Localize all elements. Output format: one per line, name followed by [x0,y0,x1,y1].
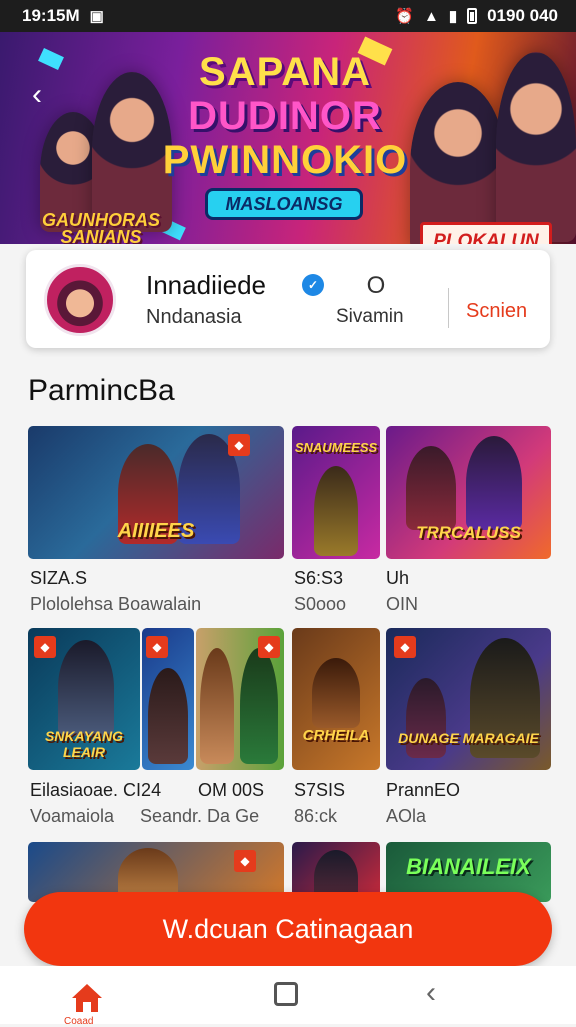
game-art-label: CRHEILA [302,727,370,744]
game-tile[interactable]: ◆ AIIIIEES [28,426,284,559]
game-badge-icon: ◆ [394,636,416,658]
notification-icon: ▣ [89,8,104,25]
banner-title: SAPANA DUDINOR PWINNOKIO [150,50,420,182]
game-art-label: DUNAGE MARAGAIE [398,730,539,746]
status-time: 19:15M [22,6,80,25]
game-art-label: SNAUMEESS [294,440,378,455]
banner-title-line: DUDINOR [188,94,382,138]
avatar[interactable] [44,264,116,336]
game-character-art [312,658,360,728]
profile-subtitle: Nndanasia [146,306,242,328]
system-back-icon[interactable]: ‹ [426,976,436,1010]
game-badge-icon: ◆ [146,636,168,658]
profile-card: Innadiiede ✓ Nndanasia O Sivamin Scnien [26,250,550,348]
recent-apps-icon[interactable] [274,982,298,1006]
stat-label: Sivamin [336,306,404,327]
game-tile[interactable]: CRHEILA [292,628,380,770]
game-subtitle: AOla [386,806,427,826]
game-art-label: BIANAILEIX [406,854,531,879]
game-tile[interactable]: ◆ [196,628,284,770]
game-subtitle: OIN [386,594,419,614]
nav-home-label: Coaad [64,1016,94,1027]
game-title: SIZA.S [30,568,88,588]
status-right-text: 0190 040 [487,6,558,25]
profile-name: Innadiiede [146,270,266,300]
banner-subtitle: MASLOANSG [205,188,363,220]
game-title: Eilasiaoae. CI24 [30,780,162,800]
game-badge-icon: ◆ [34,636,56,658]
game-tile[interactable]: ◆ [142,628,194,770]
game-title: Uh [386,568,410,588]
game-subtitle: Seandr. Da Ge [140,806,260,826]
decor-shard [38,48,64,70]
game-character-art [406,678,446,758]
follow-link[interactable]: Scnien [466,300,527,323]
stat-value: O [366,272,386,299]
game-character-art [200,648,234,764]
game-art-label: SNKAYANG LEAIR [44,728,124,760]
game-title: S6:S3 [294,568,344,588]
alarm-icon: ⏰ [395,8,414,25]
game-character-art [148,668,188,764]
game-character-art [314,466,358,556]
game-character-art [240,648,278,764]
game-title: OM 00S [198,780,265,800]
game-title: PrannEO [386,780,461,800]
banner-title-line: PWINNOKIO [162,138,408,182]
game-art-label: TRRCALUSS [416,523,521,542]
back-arrow-icon[interactable]: ‹ [20,80,54,114]
game-tile[interactable]: ◆ SNKAYANG LEAIR [28,628,140,770]
primary-cta-button[interactable]: W.dcuan Catinagaan [24,892,552,966]
hero-character [496,52,576,242]
game-badge-icon: ◆ [234,850,256,872]
game-tile[interactable]: TRRCALUSS [386,426,551,559]
bottom-nav: Coaad ‹ [0,966,576,1027]
wifi-icon: ▲ [423,7,439,25]
game-character-art [466,436,522,530]
battery-icon [467,8,478,24]
verified-icon: ✓ [302,274,324,296]
game-title: S7SIS [294,780,346,800]
banner-cta-button[interactable]: PLOKALUN [420,222,552,244]
game-badge-icon: ◆ [258,636,280,658]
game-subtitle: 86:ck [294,806,338,826]
status-bar: 19:15M ▣ ⏰ ▲ ▮ 0190 040 [0,0,576,32]
game-tile[interactable]: ◆ DUNAGE MARAGAIE [386,628,551,770]
divider [448,288,449,328]
banner-title-line: SAPANA [199,50,371,94]
game-art-label: AIIIIEES [117,520,195,542]
game-tile[interactable]: SNAUMEESS [292,426,380,559]
game-subtitle: Voamaiola [30,806,115,826]
game-character-art [58,640,114,736]
game-character-art [406,446,456,530]
hero-banner[interactable]: ‹ SAPANA DUDINOR PWINNOKIO MASLOANSG GAU… [0,32,576,244]
section-title: ParmincBa [28,374,175,407]
game-subtitle: Plololehsa Boawalain [30,594,202,614]
banner-left-text: GAUNHORAS SANIANS [41,210,160,244]
game-subtitle: S0ooo [294,594,347,614]
signal-icon: ▮ [448,8,458,25]
home-icon [72,984,102,1012]
game-badge-icon: ◆ [228,434,250,456]
hero-character [410,82,506,244]
